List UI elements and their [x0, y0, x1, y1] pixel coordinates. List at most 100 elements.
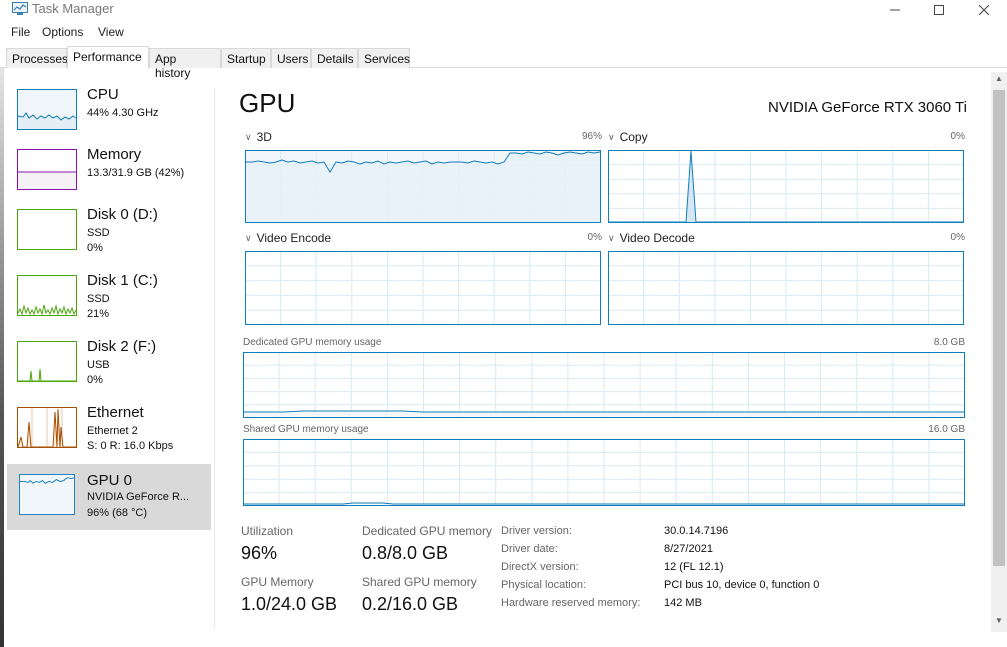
sidebar-item-disk-0[interactable]: Disk 0 (D:) SSD 0% — [7, 206, 211, 264]
menu-view[interactable]: View — [98, 25, 124, 39]
scroll-up-arrow-icon[interactable]: ▲ — [991, 74, 1007, 88]
hardware-reserved-memory-label: Hardware reserved memory: — [501, 597, 641, 609]
sidebar-detail: S: 0 R: 16.0 Kbps — [87, 440, 174, 452]
vertical-scrollbar[interactable]: ▲ ▼ — [991, 72, 1007, 632]
tab-app-history[interactable]: App history — [149, 48, 221, 80]
disk1-sparkline — [17, 275, 77, 316]
scroll-down-arrow-icon[interactable]: ▼ — [991, 616, 1007, 630]
menu-options[interactable]: Options — [42, 25, 83, 39]
shared-memory-stat-label: Shared GPU memory — [362, 575, 477, 589]
sidebar-detail: SSD — [87, 293, 110, 305]
sidebar-item-gpu-0[interactable]: GPU 0 NVIDIA GeForce R... 96% (68 °C) — [7, 464, 211, 530]
sidebar-detail: 44% 4.30 GHz — [87, 107, 159, 119]
maximize-button[interactable] — [916, 0, 962, 20]
sidebar-detail: 0% — [87, 242, 103, 254]
disk2-sparkline — [17, 341, 77, 382]
sidebar-detail: 0% — [87, 374, 103, 386]
driver-date-label: Driver date: — [501, 543, 558, 555]
physical-location-value: PCI bus 10, device 0, function 0 — [664, 579, 820, 591]
sidebar-item-cpu[interactable]: CPU 44% 4.30 GHz — [7, 86, 211, 144]
sidebar-detail: Ethernet 2 — [87, 425, 138, 437]
engine-selector-video-encode[interactable]: ∨ Video Encode — [245, 231, 331, 245]
graph-shared-memory — [243, 439, 965, 506]
driver-date-value: 8/27/2021 — [664, 543, 713, 555]
sidebar-item-disk-2[interactable]: Disk 2 (F:) USB 0% — [7, 338, 211, 396]
hardware-reserved-memory-value: 142 MB — [664, 597, 702, 609]
physical-location-label: Physical location: — [501, 579, 586, 591]
engine-label: Copy — [619, 130, 648, 144]
close-button[interactable] — [961, 0, 1007, 20]
engine-label: 3D — [256, 130, 272, 144]
chevron-down-icon: ∨ — [245, 233, 252, 243]
directx-version-value: 12 (FL 12.1) — [664, 561, 724, 573]
driver-version-value: 30.0.14.7196 — [664, 525, 729, 537]
desktop-edge — [0, 68, 4, 647]
tab-startup[interactable]: Startup — [221, 48, 271, 68]
chevron-down-icon: ∨ — [608, 132, 615, 142]
utilization-value: 96% — [241, 543, 278, 563]
window-title: Task Manager — [32, 1, 114, 16]
tab-strip: Processes Performance App history Startu… — [0, 46, 1007, 80]
sidebar-title: CPU — [87, 86, 119, 103]
sidebar-title: GPU 0 — [87, 472, 133, 489]
tab-performance[interactable]: Performance — [67, 46, 149, 69]
engine-selector-3d[interactable]: ∨ 3D — [245, 130, 272, 144]
ethernet-sparkline — [17, 407, 77, 448]
shared-memory-label: Shared GPU memory usage — [243, 424, 369, 435]
dedicated-memory-max: 8.0 GB — [933, 337, 965, 348]
cpu-sparkline — [17, 89, 77, 130]
shared-memory-max: 16.0 GB — [928, 424, 965, 435]
sidebar-title: Memory — [87, 146, 142, 163]
task-manager-icon — [12, 2, 28, 15]
engine-max: 0% — [950, 232, 965, 243]
sidebar-detail: 96% (68 °C) — [87, 507, 148, 519]
sidebar-detail: SSD — [87, 227, 110, 239]
gpu-model-name: NVIDIA GeForce RTX 3060 Ti — [768, 99, 967, 116]
memory-sparkline — [17, 149, 77, 190]
tab-users[interactable]: Users — [271, 48, 311, 68]
sidebar-item-disk-1[interactable]: Disk 1 (C:) SSD 21% — [7, 272, 211, 330]
gpu-memory-label: GPU Memory — [241, 575, 314, 589]
shared-memory-stat-value: 0.2/16.0 GB — [362, 594, 459, 614]
sidebar-title: Disk 0 (D:) — [87, 206, 158, 223]
sidebar-detail: USB — [87, 359, 110, 371]
sidebar-detail: NVIDIA GeForce R... — [87, 491, 190, 503]
minimize-icon — [890, 9, 900, 11]
dedicated-memory-label: Dedicated GPU memory usage — [243, 337, 382, 348]
sidebar-divider — [214, 88, 215, 628]
title-bar: Task Manager — [0, 0, 1007, 20]
engine-label: Video Encode — [256, 231, 332, 245]
sidebar-title: Disk 2 (F:) — [87, 338, 157, 355]
sidebar-detail: 13.3/31.9 GB (42%) — [87, 167, 185, 179]
dedicated-memory-stat-value: 0.8/8.0 GB — [362, 543, 449, 563]
directx-version-label: DirectX version: — [501, 561, 579, 573]
maximize-icon — [934, 5, 944, 15]
engine-selector-video-decode[interactable]: ∨ Video Decode — [608, 231, 695, 245]
graph-copy — [608, 150, 964, 223]
tab-services[interactable]: Services — [358, 48, 410, 68]
engine-max: 96% — [581, 131, 602, 142]
sidebar-title: Disk 1 (C:) — [87, 272, 158, 289]
driver-version-label: Driver version: — [501, 525, 572, 537]
graph-dedicated-memory — [243, 352, 965, 418]
scrollbar-thumb[interactable] — [993, 90, 1005, 566]
menu-file[interactable]: File — [11, 25, 30, 39]
graph-video-encode — [245, 251, 601, 325]
engine-selector-copy[interactable]: ∨ Copy — [608, 130, 648, 144]
disk0-sparkline — [17, 209, 77, 250]
graph-video-decode — [608, 251, 964, 325]
engine-max: 0% — [950, 131, 965, 142]
gpu-memory-value: 1.0/24.0 GB — [241, 594, 338, 614]
minimize-button[interactable] — [872, 0, 918, 20]
sidebar-item-ethernet[interactable]: Ethernet Ethernet 2 S: 0 R: 16.0 Kbps — [7, 404, 211, 462]
engine-max: 0% — [587, 232, 602, 243]
graph-3d — [245, 150, 601, 223]
close-icon — [979, 5, 989, 15]
tab-details[interactable]: Details — [311, 48, 358, 68]
sidebar-item-memory[interactable]: Memory 13.3/31.9 GB (42%) — [7, 146, 211, 204]
page-title: GPU — [239, 88, 296, 118]
tab-processes[interactable]: Processes — [6, 48, 68, 68]
dedicated-memory-stat-label: Dedicated GPU memory — [362, 524, 493, 538]
gpu-sparkline — [19, 474, 75, 515]
chevron-down-icon: ∨ — [608, 233, 615, 243]
